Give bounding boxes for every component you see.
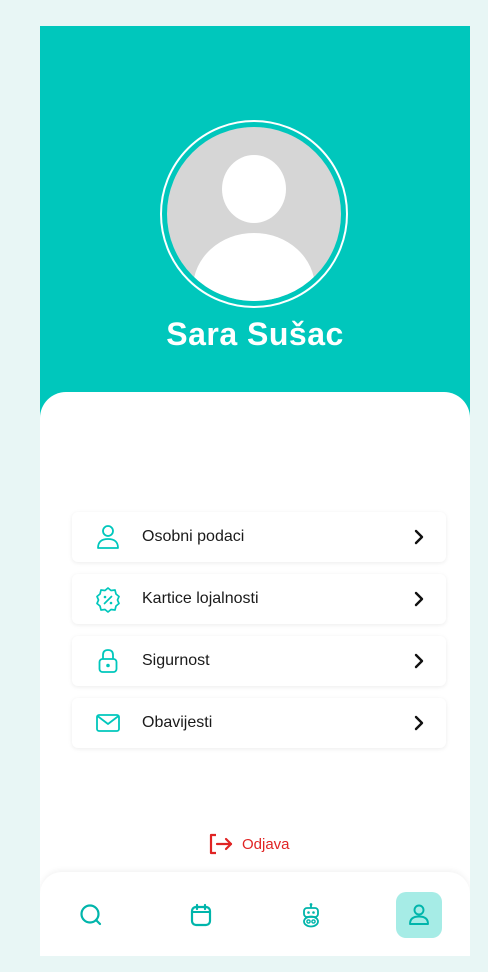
logout-label: Odjava [242, 835, 290, 853]
robot-icon [303, 903, 319, 928]
menu-item-label: Osobni podaci [142, 528, 245, 545]
menu-item-label: Kartice lojalnosti [142, 590, 259, 607]
chevron-right-icon [414, 529, 424, 545]
tab-calendar[interactable] [178, 892, 224, 938]
profile-screen: Sara Sušac Osobni podaci Kartice lojalno… [40, 26, 470, 956]
avatar-placeholder [167, 127, 341, 301]
tab-search[interactable] [68, 892, 114, 938]
profile-name: Sara Sušac [166, 316, 344, 352]
tab-assistant[interactable] [288, 892, 334, 938]
menu-item-label: Sigurnost [142, 652, 210, 669]
menu-item-notifications[interactable]: Obavijesti [72, 698, 446, 748]
avatar[interactable] [160, 120, 348, 308]
bottom-tab-bar [40, 872, 470, 956]
user-icon [97, 525, 119, 549]
search-icon [80, 904, 102, 926]
menu-item-loyalty-cards[interactable]: Kartice lojalnosti [72, 574, 446, 624]
logout-icon [209, 833, 233, 855]
chevron-right-icon [414, 715, 424, 731]
tab-profile[interactable] [396, 892, 442, 938]
calendar-icon [190, 903, 212, 927]
chevron-right-icon [414, 591, 424, 607]
user-icon [409, 904, 429, 925]
profile-header: Sara Sušac [40, 26, 470, 446]
menu-item-personal-data[interactable]: Osobni podaci [72, 512, 446, 562]
chevron-right-icon [414, 653, 424, 669]
mail-icon [96, 714, 120, 732]
lock-icon [98, 649, 118, 673]
avatar-shoulders-shape [193, 233, 315, 301]
menu-item-security[interactable]: Sigurnost [72, 636, 446, 686]
avatar-head-shape [222, 155, 286, 223]
menu-item-label: Obavijesti [142, 714, 213, 731]
discount-badge-icon [96, 587, 120, 613]
logout-button[interactable]: Odjava [208, 832, 290, 856]
